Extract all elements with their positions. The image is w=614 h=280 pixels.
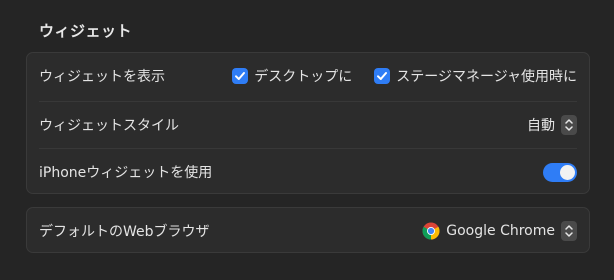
stage-manager-checkbox[interactable] — [374, 68, 391, 84]
show-widgets-label: ウィジェットを表示 — [39, 69, 165, 85]
widget-style-popup[interactable]: 自動 — [527, 115, 577, 135]
default-browser-label: デフォルトのWebブラウザ — [39, 224, 210, 240]
widget-settings-pane: ウィジェット ウィジェットを表示 デスクトップに ステージマネージャ使用時に ウ… — [0, 0, 614, 280]
desktop-checkbox-option[interactable]: デスクトップに — [232, 66, 352, 86]
iphone-widgets-label: iPhoneウィジェットを使用 — [39, 165, 213, 181]
stage-manager-checkbox-label[interactable]: ステージマネージャ使用時に — [396, 66, 577, 86]
default-browser-row: デフォルトのWebブラウザ Google Chrome — [39, 208, 577, 254]
default-browser-value[interactable]: Google Chrome — [446, 223, 555, 239]
desktop-checkbox-label[interactable]: デスクトップに — [254, 66, 352, 86]
section-title: ウィジェット — [39, 22, 133, 40]
chevron-updown-icon[interactable] — [561, 115, 577, 135]
browser-group: デフォルトのWebブラウザ Google Chrome — [26, 207, 590, 253]
iphone-widgets-toggle[interactable] — [543, 162, 577, 182]
widget-style-row: ウィジェットスタイル 自動 — [39, 101, 577, 148]
toggle-knob — [560, 164, 575, 180]
checkmark-icon — [235, 72, 246, 80]
widget-style-label: ウィジェットスタイル — [39, 118, 179, 134]
show-widgets-row: ウィジェットを表示 デスクトップに ステージマネージャ使用時に — [39, 53, 577, 99]
checkmark-icon — [377, 72, 388, 80]
show-widgets-options: デスクトップに ステージマネージャ使用時に — [232, 66, 577, 86]
desktop-checkbox[interactable] — [232, 68, 249, 84]
widgets-group: ウィジェットを表示 デスクトップに ステージマネージャ使用時に ウィジェットスタ… — [26, 52, 590, 194]
chrome-icon — [422, 222, 440, 240]
default-browser-popup[interactable]: Google Chrome — [422, 221, 577, 241]
chevron-updown-icon[interactable] — [561, 221, 577, 241]
widget-style-value[interactable]: 自動 — [527, 115, 555, 135]
iphone-widgets-row: iPhoneウィジェットを使用 — [39, 148, 577, 195]
stage-manager-checkbox-option[interactable]: ステージマネージャ使用時に — [374, 66, 577, 86]
